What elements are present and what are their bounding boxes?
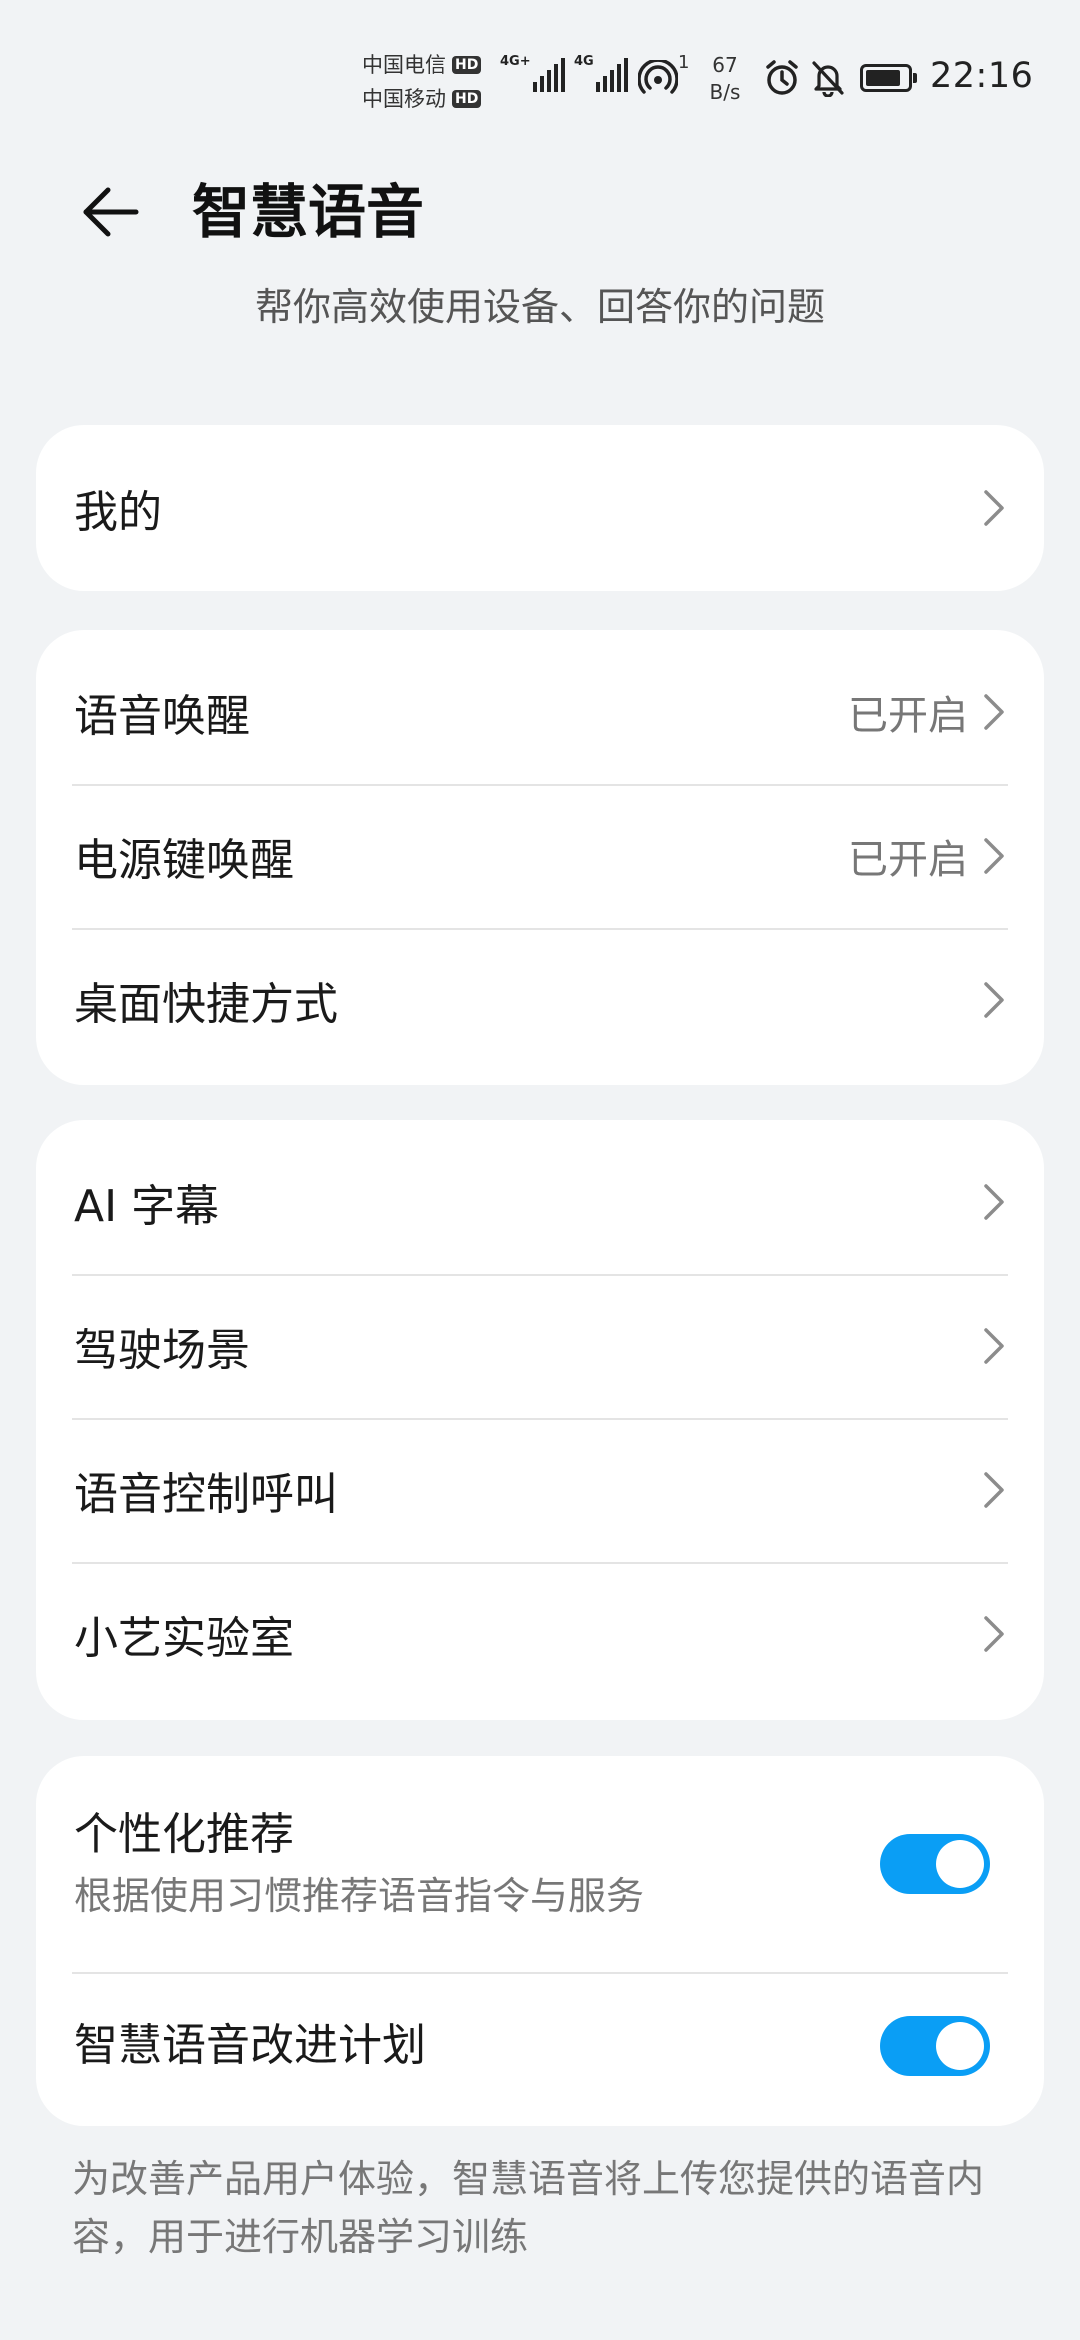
status-value: 已开启: [848, 837, 968, 883]
page-subtitle-container: 帮你高效使用设备、回答你的问题: [0, 272, 1080, 326]
list-item-voice-call-control[interactable]: 语音控制呼叫: [36, 1418, 1044, 1562]
hotspot-count: 1: [678, 52, 690, 73]
improvement-plan-toggle[interactable]: [880, 2016, 990, 2076]
list-item-label: 小艺实验室: [74, 1613, 294, 1664]
carrier-1-name: 中国电信: [362, 53, 446, 77]
list-item-driving-scene[interactable]: 驾驶场景: [36, 1274, 1044, 1418]
hd-badge: HD: [452, 90, 482, 108]
toggle-description: 根据使用习惯推荐语音指令与服务: [74, 1874, 645, 1918]
chevron-right-icon: [984, 1328, 1004, 1364]
alarm-icon: [766, 60, 798, 95]
list-item-label: 我的: [74, 487, 162, 538]
chevron-right-icon: [984, 838, 1004, 874]
list-item-my[interactable]: 我的: [36, 425, 1044, 591]
divider: [72, 1972, 1008, 1974]
card-features: AI 字幕 驾驶场景 语音控制呼叫 小艺实验室: [36, 1120, 1044, 1720]
list-item-label: 桌面快捷方式: [74, 979, 338, 1030]
carrier-info: 中国电信 HD 中国移动 HD: [362, 48, 482, 116]
battery-icon: [860, 64, 917, 92]
network-speed: 67 B/s: [700, 52, 750, 106]
chevron-right-icon: [984, 490, 1004, 526]
status-bar: 中国电信 HD 中国移动 HD 4G+ 4G 1 67 B/s 22:16: [0, 0, 1080, 150]
list-item-label: 语音唤醒: [74, 691, 250, 742]
hotspot-icon: [638, 60, 678, 94]
list-item-power-key-wakeup[interactable]: 电源键唤醒 已开启: [36, 784, 1044, 928]
chevron-right-icon: [984, 1616, 1004, 1652]
hd-badge: HD: [452, 56, 482, 74]
personalized-recommend-toggle[interactable]: [880, 1834, 990, 1894]
mute-bell-icon: [812, 61, 844, 97]
list-item-ai-subtitles[interactable]: AI 字幕: [36, 1130, 1044, 1274]
toggle-title: 智慧语音改进计划: [74, 2020, 426, 2071]
toggle-title: 个性化推荐: [74, 1809, 294, 1860]
chevron-right-icon: [984, 1472, 1004, 1508]
status-value: 已开启: [848, 693, 968, 739]
card-wakeup: 语音唤醒 已开启 电源键唤醒 已开启 桌面快捷方式: [36, 630, 1044, 1085]
page-title: 智慧语音: [192, 178, 425, 246]
card-privacy: 个性化推荐 根据使用习惯推荐语音指令与服务 智慧语音改进计划: [36, 1756, 1044, 2126]
carrier-2-name: 中国移动: [362, 87, 446, 111]
net-speed-value: 67: [712, 53, 738, 77]
list-item-xiaoyi-lab[interactable]: 小艺实验室: [36, 1562, 1044, 1706]
chevron-right-icon: [984, 982, 1004, 1018]
back-arrow-icon: [83, 187, 139, 237]
sim2-signal-icon: 4G: [574, 54, 628, 92]
clock: 22:16: [930, 56, 1034, 96]
list-item-voice-wakeup[interactable]: 语音唤醒 已开启: [36, 640, 1044, 784]
page-subtitle: 帮你高效使用设备、回答你的问题: [254, 285, 825, 326]
sim1-network-type: 4G+: [500, 54, 531, 69]
net-speed-unit: B/s: [709, 80, 741, 104]
card-my: 我的: [36, 425, 1044, 591]
list-item-desktop-shortcut[interactable]: 桌面快捷方式: [36, 928, 1044, 1072]
sim1-signal-icon: 4G+: [500, 54, 565, 92]
footer-note: 为改善产品用户体验，智慧语音将上传您提供的语音内容，用于进行机器学习训练: [72, 2157, 985, 2259]
list-item-label: 驾驶场景: [74, 1325, 250, 1376]
toggle-knob: [936, 1840, 984, 1888]
list-item-label: 语音控制呼叫: [74, 1469, 338, 1520]
back-button[interactable]: [70, 172, 150, 252]
list-item-label: 电源键唤醒: [74, 835, 294, 886]
toggle-knob: [936, 2022, 984, 2070]
chevron-right-icon: [984, 1184, 1004, 1220]
toggle-row-improvement: 智慧语音改进计划: [36, 1972, 1044, 2126]
chevron-right-icon: [984, 694, 1004, 730]
sim2-network-type: 4G: [574, 54, 594, 69]
list-item-label: AI 字幕: [74, 1181, 220, 1232]
toggle-row-personalized: 个性化推荐 根据使用习惯推荐语音指令与服务: [36, 1756, 1044, 1972]
